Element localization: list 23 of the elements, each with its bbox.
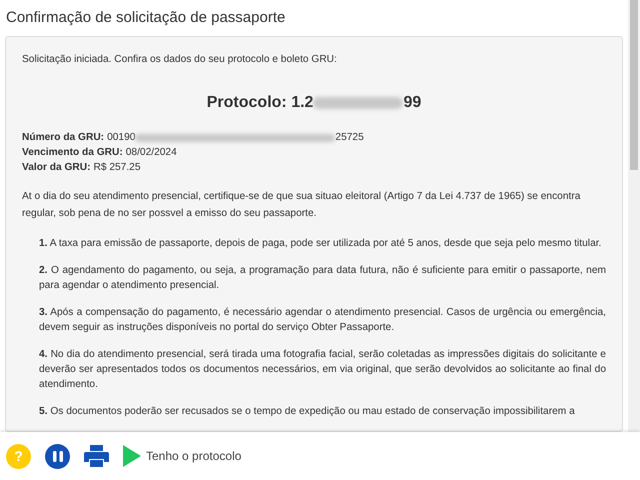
confirm-protocol-button[interactable]: Tenho o protocolo: [123, 445, 242, 467]
protocol-suffix: 99: [403, 93, 422, 114]
field-value: 00190: [107, 131, 136, 146]
field-value: R$ 257.25: [94, 161, 141, 176]
notice-item: 3. Após a compensação do pagamento, é necessário agendar o atendimento presencial. Casos de urgência ou emergência, devem seguir as instruções disponíveis no portal do serviço Obter Passaporte.: [39, 306, 606, 336]
page-title: Confirmação de solicitação de passaporte: [5, 8, 286, 28]
protocol-label: Protocolo: 1.2: [206, 93, 314, 114]
notice-item: 4. No dia do atendimento presencial, será tirada uma fotografia facial, serão coletadas as impressões digitais do solicitante e deverão ser apresentados todos os documentos necessários, em via original, que serão devolvidos ao solicitante ao final do atendimento.: [39, 348, 606, 392]
notice-item: 1. A taxa para emissão de passaporte, depois de paga, pode ser utilizada por até 5 anos, desde que seja pelo mesmo titular.: [39, 237, 602, 252]
intro-text: Solicitação iniciada. Confira os dados do seu protocolo e boleto GRU:: [22, 53, 338, 67]
play-icon: [123, 445, 141, 467]
notice-text: At o dia do seu atendimento presencial, certifique-se de que sua situao eleitoral (Artigo 7 da Lei 4.737 de 1965) se encontra regular, sob pena de no ser possvel a emisso do seu passaporte.: [22, 190, 582, 222]
field-value: 25725: [335, 131, 364, 146]
field-label: Número da GRU:: [22, 131, 104, 146]
field-label: Valor da GRU:: [22, 161, 90, 176]
pause-icon: [52, 450, 62, 462]
field-value: 08/02/2024: [126, 146, 177, 160]
field-label: Vencimento da GRU:: [22, 146, 123, 160]
printer-icon[interactable]: [84, 444, 109, 468]
notice-item: 2. O agendamento do pagamento, ou seja, a programação para data futura, não é suficiente para emitir o passaporte, nem para agendar o atendimento presencial.: [39, 264, 606, 294]
scrollbar-thumb[interactable]: [630, 0, 638, 170]
notice-item: 5. Os documentos poderão ser recusados se o tempo de expedição ou mau estado de conservação impossibilitarem a: [39, 405, 576, 420]
pause-button[interactable]: [45, 444, 70, 468]
